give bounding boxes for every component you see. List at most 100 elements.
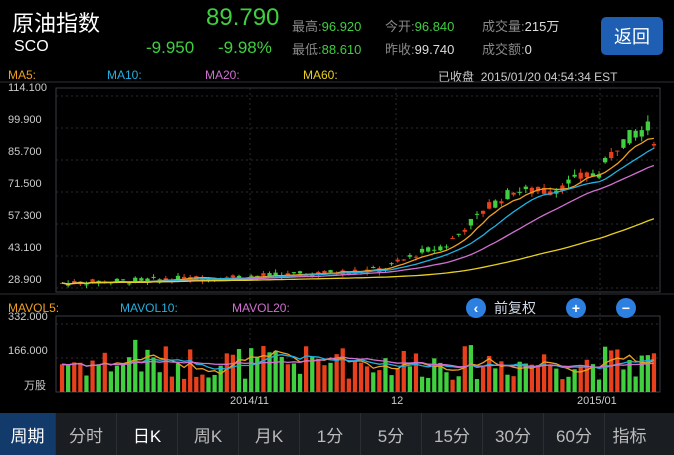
tab-monthly-k[interactable]: 月K	[239, 413, 300, 455]
volume-bar	[285, 364, 290, 392]
volume-bar	[249, 348, 254, 392]
candle-body	[450, 237, 455, 239]
candle-body	[432, 249, 437, 251]
volume-bar	[310, 356, 315, 392]
tab-60min[interactable]: 60分	[544, 413, 605, 455]
mavol10-legend: MAVOL10:	[120, 301, 178, 315]
x-tick-label: 12	[391, 395, 404, 407]
volume-bar	[346, 378, 351, 392]
chevron-left-icon[interactable]: ‹	[466, 298, 486, 318]
volume-bar	[139, 371, 144, 392]
volume-bar	[511, 376, 516, 392]
volume-bar	[365, 366, 370, 392]
volume-bar	[401, 350, 406, 392]
volume-bar	[566, 376, 571, 392]
volume-bar	[181, 378, 187, 392]
y-tick-label: 57.300	[8, 210, 42, 222]
y-tick-label: 85.700	[8, 146, 42, 158]
volume-bar	[230, 354, 236, 392]
mavol20-line	[62, 356, 654, 368]
volume-bar	[242, 378, 248, 392]
volume-bar	[584, 359, 589, 392]
volume-bar	[200, 374, 205, 392]
volume-bar	[78, 362, 83, 392]
candle-body	[407, 255, 413, 257]
candle-body	[401, 259, 406, 261]
tab-daily-k[interactable]: 日K	[117, 413, 178, 455]
volume-bar	[102, 352, 107, 392]
candle-body	[413, 256, 419, 258]
y-tick-label: 28.900	[8, 274, 42, 286]
volume-bar	[493, 368, 498, 392]
candle-body	[627, 130, 632, 144]
volume-bar	[84, 375, 89, 392]
tab-15min[interactable]: 15分	[422, 413, 483, 455]
volume-bar	[487, 355, 492, 392]
volume-bar	[212, 374, 217, 392]
volume-bar	[120, 364, 126, 392]
candle-body	[151, 276, 156, 278]
volume-bar	[456, 376, 461, 392]
candle-body	[645, 121, 650, 131]
candle-body	[505, 190, 510, 200]
y-tick-label: 99.900	[8, 114, 42, 126]
tab-weekly-k[interactable]: 周K	[178, 413, 239, 455]
adjust-mode-label[interactable]: 前复权	[494, 298, 536, 318]
volume-bar	[377, 370, 382, 392]
tab-30min[interactable]: 30分	[483, 413, 544, 455]
volume-bar	[303, 346, 309, 392]
volume-bar	[609, 350, 614, 392]
candle-body	[651, 144, 657, 146]
volume-bar	[328, 362, 333, 392]
candle-body	[474, 213, 480, 215]
vol-unit-label: 万股	[24, 380, 46, 392]
candle-body	[493, 200, 498, 208]
candle-body	[261, 273, 266, 276]
candle-body	[639, 130, 644, 137]
volume-bar	[615, 349, 620, 392]
tab-1min[interactable]: 1分	[300, 413, 361, 455]
period-tab-bar: 周期 分时 日K 周K 月K 1分 5分 15分 30分 60分 指标	[0, 413, 674, 455]
ma20-line	[61, 164, 655, 285]
volume-bar	[224, 353, 229, 392]
candle-body	[133, 277, 138, 282]
volume-bar	[151, 357, 156, 392]
volume-bar	[194, 376, 199, 392]
zoom-in-icon[interactable]: +	[566, 298, 586, 318]
tab-5min[interactable]: 5分	[361, 413, 422, 455]
volume-bar	[236, 349, 242, 392]
candle-body	[517, 191, 522, 193]
candle-body	[127, 283, 132, 285]
volume-bar	[175, 363, 181, 392]
tab-period[interactable]: 周期	[0, 413, 56, 455]
volume-bar	[114, 365, 120, 392]
candle-body	[230, 275, 236, 278]
zoom-out-icon[interactable]: −	[616, 298, 636, 318]
mavol20-legend: MAVOL20:	[232, 301, 290, 315]
volume-bar	[535, 365, 541, 392]
candle-body	[328, 270, 333, 273]
vol-tick-label: 332.000	[8, 311, 48, 323]
candle-body	[395, 259, 400, 262]
volume-bar	[389, 375, 394, 392]
volume-bar	[651, 353, 657, 392]
vol-tick-label: 166.000	[8, 345, 48, 357]
volume-bar	[554, 368, 559, 392]
mavol5-line	[62, 350, 655, 375]
tab-intraday[interactable]: 分时	[56, 413, 117, 455]
adjust-toolbar: ‹ 前复权 + −	[466, 298, 636, 318]
tab-indicators[interactable]: 指标	[605, 413, 654, 455]
candle-body	[462, 229, 467, 232]
volume-bar	[206, 377, 211, 392]
candle-body	[249, 275, 254, 277]
volume-bar	[621, 369, 626, 392]
volume-bar	[59, 364, 65, 392]
kline-chart[interactable]	[0, 0, 674, 413]
volume-bar	[96, 364, 101, 392]
candle-body	[426, 247, 431, 252]
volume-bar	[261, 346, 266, 392]
volume-bar	[358, 362, 364, 392]
volume-bar	[169, 376, 175, 392]
candle-body	[578, 172, 583, 179]
candle-body	[291, 272, 297, 274]
